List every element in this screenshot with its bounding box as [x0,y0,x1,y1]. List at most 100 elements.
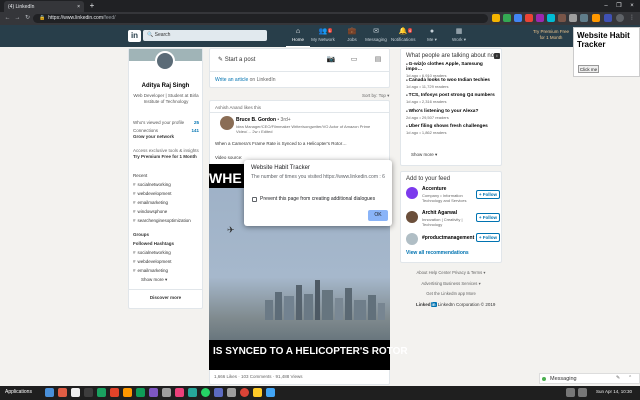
taskbar-app-icon[interactable] [214,388,223,397]
profile-icon[interactable] [616,14,624,22]
chevron-up-icon[interactable]: ⌃ [628,375,632,381]
extension-icon[interactable] [514,14,522,22]
grow-network[interactable]: Grow your network [133,134,199,139]
nav-bell[interactable]: 🔔 Notifications 4 [391,27,416,47]
news-item[interactable]: ● Who's listening to your Alexa? 2d ago •… [406,109,500,120]
taskbar-app-icon[interactable] [188,388,197,397]
discover-more-button[interactable]: Discover more [128,295,203,300]
extension-icon[interactable] [536,14,544,22]
clock[interactable]: Sun Apr 14, 10:30 [596,389,632,394]
recent-hashtag[interactable]: # emailmarketing [133,200,199,205]
show-more-link[interactable]: Show more ▾ [141,277,207,283]
author-name[interactable]: Bruce B. Gordon • 3rd+ [236,117,291,123]
followed-hashtag[interactable]: # webdevelopment [133,259,199,264]
new-tab-button[interactable]: + [87,1,97,11]
whatsapp-icon[interactable] [201,388,210,397]
extension-icon[interactable] [580,14,588,22]
nav-network[interactable]: 👥 My Network 1 [311,27,335,47]
profile-name[interactable]: Aditya Raj Singh [128,83,203,89]
start-post-button[interactable]: ✎ Start a post [218,56,255,63]
linkedin-logo[interactable]: in [128,30,141,42]
nav-work[interactable]: ▦ Work ▾ [447,27,471,47]
menu-icon[interactable]: ⋮ [628,14,636,22]
recent-hashtag[interactable]: # webdevelopment [133,191,199,196]
taskbar-app-icon[interactable] [253,388,262,397]
followed-hashtag[interactable]: # socialnetworking [133,250,199,255]
nav-messaging[interactable]: ✉ Messaging [364,27,388,47]
connections[interactable]: Connections 141 [133,128,199,133]
premium-link[interactable]: Try Premium Free for 1 Month [526,29,576,41]
view-all-recommendations[interactable]: View all recommendations [406,250,469,256]
hashtags-link[interactable]: Followed Hashtags [133,241,199,246]
messaging-bar[interactable]: Messaging [539,373,640,384]
click-me-button[interactable]: Click me [578,65,599,73]
recent-hashtag[interactable]: # windowsphone [133,209,199,214]
tray-icon[interactable] [566,388,575,397]
premium-offer-link[interactable]: Try Premium Free for 1 Month [133,154,199,159]
extension-icon[interactable] [569,14,577,22]
news-item[interactable]: ● G-wiz(o clothes Apple, Samsung impo… 1d… [406,62,500,78]
extension-icon[interactable] [503,14,511,22]
follow-button[interactable]: + Follow [476,233,500,242]
search-input[interactable]: 🔍 Search [143,30,267,41]
tab-close-icon[interactable]: × [77,4,80,10]
accenture-avatar[interactable] [406,187,418,199]
extension-icon[interactable] [547,14,555,22]
sort-by-dropdown[interactable]: Sort by: Top ▾ [362,93,389,99]
window-close-icon[interactable]: × [626,1,638,11]
footer-links-2[interactable]: Advertising Business Services ▾ [400,281,502,286]
recent-hashtag[interactable]: # socialnetworking [133,182,199,187]
browser-tab[interactable]: (4) LinkedIn × [4,1,84,12]
bookmark-star-icon[interactable] [492,14,500,22]
taskbar-app-icon[interactable] [97,388,106,397]
taskbar-app-icon[interactable] [71,388,80,397]
back-icon[interactable]: ← [3,14,12,23]
prevent-dialogs-label[interactable]: Prevent this page from creating addition… [260,196,375,202]
taskbar-app-icon[interactable] [266,388,275,397]
taskbar-app-icon[interactable] [123,388,132,397]
archit-avatar[interactable] [406,211,418,223]
url-input[interactable]: 🔒 https://www.linkedin.com/feed/ [33,14,488,23]
avatar[interactable] [155,51,175,71]
taskbar-app-icon[interactable] [58,388,67,397]
news-show-more[interactable]: Show more ▾ [411,152,437,158]
follow-name[interactable]: #productmanagement [422,235,474,241]
post-stats[interactable]: 1,666 Likes · 103 Comments · 91,488 View… [214,374,302,379]
taskbar-app-icon[interactable] [175,388,184,397]
prevent-dialogs-checkbox[interactable] [252,197,257,202]
profile-viewers[interactable]: Who's viewed your profile 25 [133,120,199,125]
minimize-icon[interactable]: – [600,1,612,11]
extension-icon[interactable] [592,14,600,22]
taskbar-app-icon[interactable] [162,388,171,397]
maximize-icon[interactable]: ❐ [613,1,625,11]
footer-links-3[interactable]: Get the LinkedIn app More [400,291,502,296]
taskbar-app-icon[interactable] [136,388,145,397]
chrome-icon[interactable] [240,388,249,397]
camera-icon[interactable]: 📷 [325,55,337,65]
info-icon[interactable]: i [494,53,500,59]
recent-hashtag[interactable]: # searchenginesoptimization [133,218,199,223]
news-item[interactable]: ● TCS, Infosys post strong Q4 numbers 1d … [406,93,500,104]
taskbar-app-icon[interactable] [110,388,119,397]
reload-icon[interactable]: ↻ [23,14,32,23]
footer-links-1[interactable]: About Help Center Privacy & Terms ▾ [400,270,502,275]
tray-icon[interactable] [578,388,587,397]
nav-jobs[interactable]: 💼 Jobs [340,27,364,47]
forward-icon[interactable]: → [13,14,22,23]
follow-button[interactable]: + Follow [476,190,500,199]
news-item[interactable]: ● Canada looks to woo Indian techies 1d a… [406,78,500,89]
nav-home[interactable]: ⌂ Home [286,27,310,47]
write-article-link[interactable]: Write an article on LinkedIn [215,77,276,83]
news-item[interactable]: ● Uber filing shows fresh challenges 1d a… [406,124,500,135]
taskbar-app-icon[interactable] [149,388,158,397]
applications-menu[interactable]: Applications [5,389,32,395]
groups-link[interactable]: Groups [133,232,199,237]
document-icon[interactable]: ▤ [372,55,384,65]
taskbar-app-icon[interactable] [84,388,93,397]
follow-button[interactable]: + Follow [476,213,500,222]
taskbar-app-icon[interactable] [227,388,236,397]
nav-me[interactable]: ● Me ▾ [420,27,444,47]
followed-hashtag[interactable]: # emailmarketing [133,268,199,273]
follow-name[interactable]: Accenture [422,186,446,192]
taskbar-app-icon[interactable] [45,388,54,397]
